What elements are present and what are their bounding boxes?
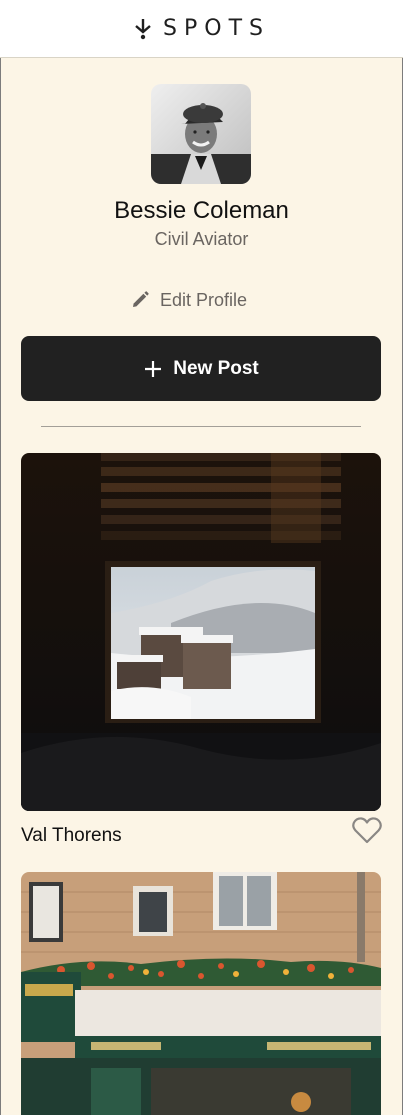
frame-edge (0, 0, 1, 1115)
avatar-photo (151, 84, 251, 184)
card-photo-restaurant (21, 872, 381, 1115)
card-image[interactable] (21, 872, 381, 1115)
plus-icon (145, 360, 162, 377)
profile-description: Civil Aviator (154, 229, 249, 249)
logo-text: SPOTS (163, 15, 270, 41)
heart-icon (352, 817, 382, 844)
avatar (151, 84, 251, 184)
card-image[interactable] (21, 453, 381, 811)
card-photo-window-view (21, 453, 381, 811)
like-button[interactable] (351, 815, 383, 845)
divider (41, 426, 361, 427)
card-title: Val Thorens (21, 825, 122, 846)
pencil-icon (133, 291, 149, 307)
profile-name: Bessie Coleman (114, 197, 289, 224)
top-bar: SPOTS (0, 0, 403, 58)
new-post-button[interactable]: New Post (21, 336, 381, 401)
edit-profile-button[interactable]: Edit Profile (130, 287, 247, 313)
new-post-label: New Post (173, 357, 259, 379)
logo[interactable]: SPOTS (133, 15, 270, 41)
logo-mark-icon (135, 18, 151, 39)
edit-profile-label: Edit Profile (160, 289, 248, 310)
